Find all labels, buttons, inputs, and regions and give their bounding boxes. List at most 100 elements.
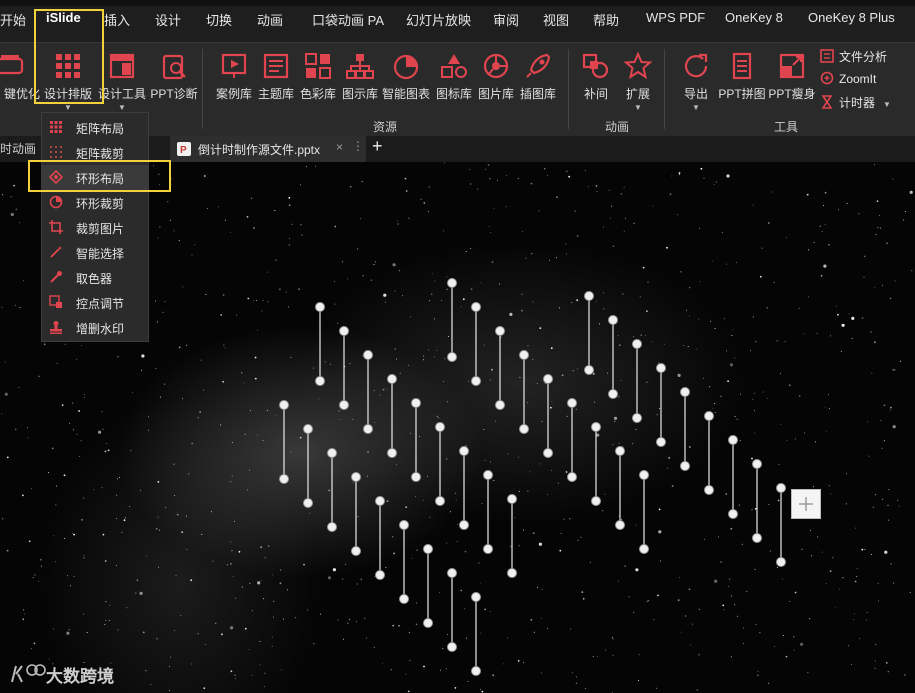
pin-handle[interactable] xyxy=(584,291,594,301)
ring-layout-pin[interactable] xyxy=(435,422,445,506)
pin-handle[interactable] xyxy=(351,546,361,556)
pin-handle[interactable] xyxy=(327,522,337,532)
pin-handle[interactable] xyxy=(483,470,493,480)
tab-slideshow[interactable]: 幻灯片放映 xyxy=(406,10,471,29)
pin-handle[interactable] xyxy=(567,472,577,482)
menu-item-color-picker[interactable]: 取色器 xyxy=(42,265,148,290)
ring-layout-pin[interactable] xyxy=(363,350,373,434)
pin-handle[interactable] xyxy=(435,422,445,432)
pin-handle[interactable] xyxy=(483,544,493,554)
pin-handle[interactable] xyxy=(495,326,505,336)
illustration-library-button[interactable]: 插图库 xyxy=(508,49,568,119)
pin-handle[interactable] xyxy=(363,424,373,434)
ring-layout-pin[interactable] xyxy=(279,400,289,484)
ring-layout-pin[interactable] xyxy=(387,374,397,458)
pin-handle[interactable] xyxy=(752,533,762,543)
pin-handle[interactable] xyxy=(752,459,762,469)
pin-handle[interactable] xyxy=(543,448,553,458)
pin-handle[interactable] xyxy=(776,483,786,493)
ring-layout-pin[interactable] xyxy=(639,470,649,554)
pin-handle[interactable] xyxy=(471,666,481,676)
pin-handle[interactable] xyxy=(639,470,649,480)
tab-previous-file[interactable]: 时动画 xyxy=(0,140,36,157)
tab-onekey8-plus[interactable]: OneKey 8 Plus xyxy=(808,10,895,25)
pin-handle[interactable] xyxy=(315,376,325,386)
ring-layout-pin[interactable] xyxy=(632,339,642,423)
menu-item-control-point[interactable]: 控点调节 xyxy=(42,290,148,315)
ring-layout-pin[interactable] xyxy=(656,363,666,447)
pin-handle[interactable] xyxy=(471,376,481,386)
pin-handle[interactable] xyxy=(608,315,618,325)
pin-handle[interactable] xyxy=(447,568,457,578)
pin-handle[interactable] xyxy=(680,461,690,471)
pin-handle[interactable] xyxy=(447,278,457,288)
ring-layout-pin[interactable] xyxy=(459,446,469,530)
ring-layout-pin[interactable] xyxy=(704,411,714,495)
pin-handle[interactable] xyxy=(632,339,642,349)
pin-handle[interactable] xyxy=(303,424,313,434)
pin-handle[interactable] xyxy=(543,374,553,384)
pin-handle[interactable] xyxy=(423,618,433,628)
ring-layout-pin[interactable] xyxy=(680,387,690,471)
ring-layout-pin[interactable] xyxy=(615,446,625,530)
pin-handle[interactable] xyxy=(519,350,529,360)
pin-handle[interactable] xyxy=(776,557,786,567)
pin-handle[interactable] xyxy=(507,568,517,578)
pin-handle[interactable] xyxy=(351,472,361,482)
pin-handle[interactable] xyxy=(591,496,601,506)
extend-button[interactable]: 扩展 ▼ xyxy=(608,49,668,119)
ring-layout-pin[interactable] xyxy=(411,398,421,482)
menu-item-crop-image[interactable]: 裁剪图片 xyxy=(42,215,148,240)
ring-layout-pin[interactable] xyxy=(608,315,618,399)
ring-layout-pin[interactable] xyxy=(327,448,337,532)
ring-layout-pin[interactable] xyxy=(591,422,601,506)
pin-handle[interactable] xyxy=(704,411,714,421)
pin-handle[interactable] xyxy=(279,400,289,410)
tab-pocket-animation[interactable]: 口袋动画 PA xyxy=(312,10,384,29)
ring-layout-pin[interactable] xyxy=(423,544,433,628)
pin-handle[interactable] xyxy=(519,424,529,434)
ring-layout-pin[interactable] xyxy=(399,520,409,604)
zoomit-button[interactable]: ZoomIt xyxy=(820,71,876,91)
pin-handle[interactable] xyxy=(728,509,738,519)
ring-layout-pin[interactable] xyxy=(339,326,349,410)
ppt-slim-button[interactable]: PPT瘦身 xyxy=(762,49,822,119)
tab-wps-pdf[interactable]: WPS PDF xyxy=(646,10,705,25)
pin-handle[interactable] xyxy=(615,520,625,530)
tab-home[interactable]: 开始 xyxy=(0,10,26,29)
menu-item-smart-select[interactable]: 智能选择 xyxy=(42,240,148,265)
pin-handle[interactable] xyxy=(680,387,690,397)
ring-layout-pin[interactable] xyxy=(567,398,577,482)
pin-handle[interactable] xyxy=(567,398,577,408)
ring-layout-pin[interactable] xyxy=(752,459,762,543)
file-analysis-button[interactable]: 文件分析 xyxy=(820,48,887,68)
pin-handle[interactable] xyxy=(423,544,433,554)
pin-handle[interactable] xyxy=(471,592,481,602)
pin-handle[interactable] xyxy=(315,302,325,312)
pin-handle[interactable] xyxy=(471,302,481,312)
tab-active-file[interactable]: P 倒计时制作源文件.pptx × ⋮ xyxy=(170,136,366,162)
tab-animation[interactable]: 动画 xyxy=(257,10,283,29)
pin-handle[interactable] xyxy=(639,544,649,554)
pin-handle[interactable] xyxy=(435,496,445,506)
add-shape-handle[interactable] xyxy=(791,489,821,519)
pin-handle[interactable] xyxy=(591,422,601,432)
pin-handle[interactable] xyxy=(656,437,666,447)
pin-handle[interactable] xyxy=(507,494,517,504)
pin-handle[interactable] xyxy=(632,413,642,423)
tab-review[interactable]: 审阅 xyxy=(493,10,519,29)
pin-handle[interactable] xyxy=(375,496,385,506)
pin-handle[interactable] xyxy=(387,448,397,458)
timer-button[interactable]: 计时器 ▼ xyxy=(820,94,891,114)
pin-handle[interactable] xyxy=(399,594,409,604)
menu-item-matrix-layout[interactable]: 矩阵布局 xyxy=(42,115,148,140)
ring-layout-pin[interactable] xyxy=(447,568,457,652)
pin-handle[interactable] xyxy=(459,446,469,456)
tab-transition[interactable]: 切换 xyxy=(206,10,232,29)
ring-layout-pin[interactable] xyxy=(728,435,738,519)
tab-insert[interactable]: 插入 xyxy=(104,10,130,29)
ring-layout-pin[interactable] xyxy=(447,278,457,362)
pin-handle[interactable] xyxy=(584,365,594,375)
pin-handle[interactable] xyxy=(339,400,349,410)
pin-handle[interactable] xyxy=(279,474,289,484)
